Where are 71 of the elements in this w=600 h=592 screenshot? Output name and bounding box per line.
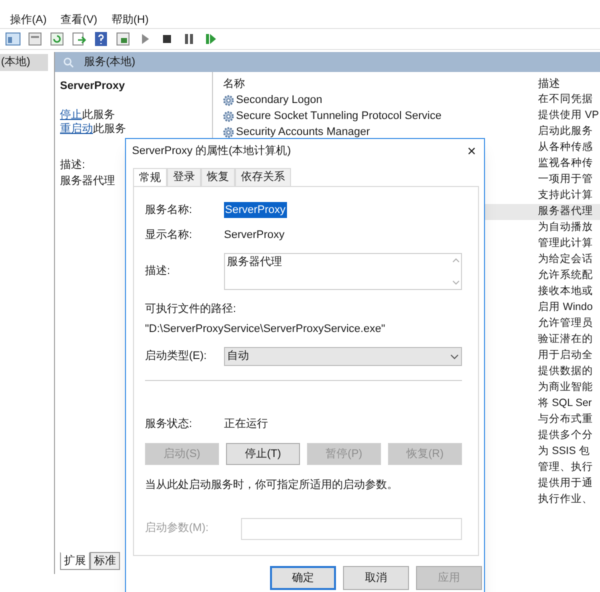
field-label: 服务状态: [145, 416, 194, 432]
view-tab[interactable]: 扩展 [60, 552, 90, 570]
field-label: 启动参数(M): [145, 520, 210, 536]
action-label: 此服务 [93, 122, 126, 138]
column-header[interactable]: 描述 [538, 76, 560, 92]
tree-item[interactable]: (本地) [0, 54, 48, 70]
dialog-button[interactable]: 确定 [270, 566, 336, 590]
dialog-tab[interactable]: 常规 [133, 168, 167, 187]
help-icon[interactable] [93, 31, 109, 47]
description-label: 描述: [60, 158, 86, 172]
service-control-button[interactable]: 停止(T) [226, 443, 300, 465]
hint-text: 当从此处启动服务时，你可指定所适用的启动参数。 [145, 478, 399, 493]
service-name: ServerProxy [60, 79, 125, 94]
service-description-cell-text: 提供多个分 [538, 428, 593, 444]
service-description-cell-text: 支持此计算 [538, 188, 593, 204]
service-description-cell-text: 执行作业、 [538, 492, 593, 508]
status-value: 正在运行 [224, 416, 268, 432]
description-field[interactable]: 服务器代理 [224, 253, 462, 290]
dialog-button[interactable]: 取消 [343, 566, 409, 590]
service-description-cell-text: 管理、执行 [538, 460, 593, 476]
close-button[interactable]: × [467, 144, 476, 158]
service-row[interactable]: Security Accounts Manager 启动此服务 [213, 124, 600, 140]
gear-icon [222, 110, 235, 122]
action-link[interactable]: 停止 [60, 107, 82, 124]
window-icon[interactable] [27, 31, 43, 47]
service-description-cell-text: 将 SQL Ser [538, 396, 592, 412]
service-row[interactable]: Secure Socket Tunneling Protocol Service 提供使用 VP [213, 108, 600, 124]
gear-icon [222, 94, 235, 106]
service-description-cell-text: 接收本地或 [538, 284, 593, 300]
service-name-cell-text: Security Accounts Manager [236, 124, 370, 140]
service-description-cell-text: 管理此计算 [538, 236, 593, 252]
console-tree-icon[interactable] [5, 31, 21, 47]
menu-item[interactable]: 帮助(H) [111, 12, 149, 28]
path-value: "D:\ServerProxyService\ServerProxyService.exe" [145, 322, 386, 336]
search-icon [63, 56, 74, 68]
service-description-cell-text: 在不同凭据 [538, 92, 593, 108]
field-label: 描述: [145, 264, 172, 280]
service-name-value[interactable]: ServerProxy [224, 202, 287, 218]
view-tab[interactable]: 标准 [90, 552, 120, 570]
field-label: 显示名称: [145, 228, 194, 243]
display-name-value: ServerProxy [224, 228, 285, 243]
refresh-icon[interactable] [49, 31, 65, 47]
service-description-cell-text: 允许系统配 [538, 268, 593, 284]
dialog-tab[interactable]: 依存关系 [235, 168, 291, 186]
service-row[interactable]: Secondary Logon 在不同凭据 [213, 92, 600, 108]
service-description-cell-text: 监视各种传 [538, 156, 593, 172]
dialog-title: ServerProxy 的属性(本地计算机) [132, 144, 291, 159]
field-label: 服务名称: [145, 202, 194, 218]
service-description-cell-text: 启动此服务 [538, 124, 593, 140]
panel-title: 服务(本地) [84, 54, 136, 70]
dialog-tab[interactable]: 恢复 [201, 168, 235, 186]
service-description-cell-text: 提供使用 VP [538, 108, 599, 124]
menu-item[interactable]: 查看(V) [60, 12, 98, 28]
export-icon[interactable] [71, 31, 87, 47]
service-name-cell-text: Secure Socket Tunneling Protocol Service [236, 108, 442, 124]
menu-item[interactable]: 操作(A) [10, 12, 47, 28]
service-description-cell-text: 提供数据的 [538, 364, 593, 380]
dialog-tab[interactable]: 登录 [167, 168, 201, 186]
column-header[interactable]: 名称 [223, 76, 538, 92]
service-description-cell-text: 为商业智能 [538, 380, 593, 396]
service-description-cell-text: 服务器代理 [538, 204, 593, 220]
service-name-cell-text: Secondary Logon [236, 92, 322, 108]
chevron-down-icon [450, 354, 459, 360]
service-description-cell-text: 验证潜在的 [538, 332, 593, 348]
description-text: 服务器代理 [60, 174, 115, 189]
action-label: 此服务 [82, 108, 115, 122]
path-label: 可执行文件的路径: [145, 302, 238, 317]
window-icon[interactable] [115, 31, 131, 47]
action-link[interactable]: 重启动 [60, 121, 93, 138]
field-label: 启动类型(E): [145, 348, 208, 364]
startup-type-select[interactable]: 自动 [224, 347, 462, 366]
